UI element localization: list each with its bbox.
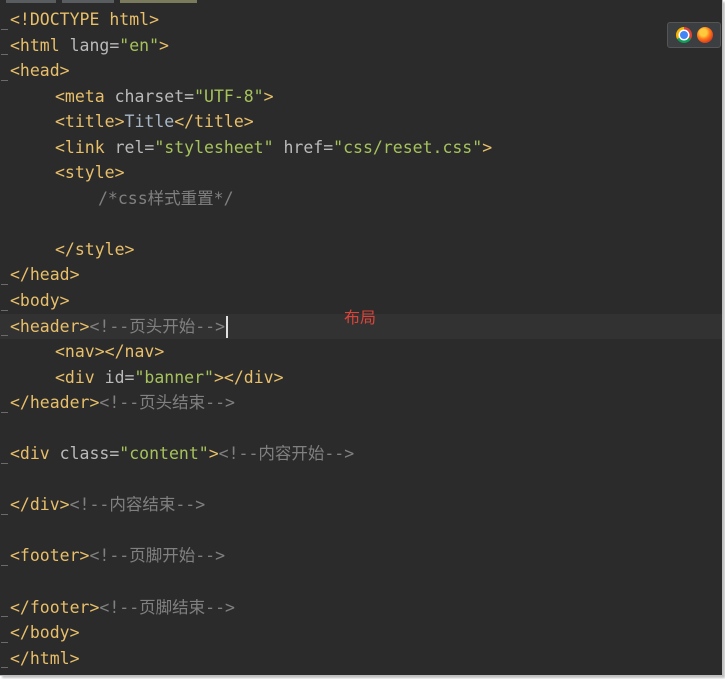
fold-marker[interactable] <box>1 79 8 81</box>
fold-gutter[interactable] <box>0 0 10 675</box>
layout-annotation: 布局 <box>344 308 377 327</box>
fold-marker[interactable] <box>1 565 8 567</box>
code-text: </div><!--内容结束--> <box>10 492 205 518</box>
code-text: /*css样式重置*/ <box>98 186 234 212</box>
code-token: </header> <box>10 393 100 413</box>
code-text: <nav></nav> <box>55 339 164 365</box>
code-text: <div id="banner"></div> <box>55 365 284 391</box>
code-token: > <box>482 137 493 157</box>
code-token: lang= <box>59 35 120 55</box>
code-token: <!DOCTYPE html> <box>10 10 160 29</box>
code-text: <html lang="en"> <box>10 33 169 59</box>
fold-marker[interactable] <box>1 284 8 286</box>
fold-marker[interactable] <box>1 641 8 643</box>
code-token: </html> <box>10 648 80 668</box>
code-token: <body> <box>10 291 70 311</box>
code-token: <link <box>55 137 105 157</box>
fold-marker[interactable] <box>1 616 8 618</box>
code-text: <div class="content"><!--内容开始--> <box>10 441 354 467</box>
editor-tab-active[interactable] <box>120 0 197 3</box>
code-token: > <box>263 86 274 106</box>
code-editor[interactable]: <!DOCTYPE html> <html lang="en"> <head> <me… <box>0 0 723 676</box>
code-text: </header><!--页头结束--> <box>10 390 235 416</box>
code-token: </head> <box>10 265 80 285</box>
browser-preview-bar <box>667 22 721 48</box>
fold-marker[interactable] <box>1 411 8 413</box>
code-text: <link rel="stylesheet" href="css/reset.c… <box>55 135 492 161</box>
code-token: <!--内容结束--> <box>69 495 206 515</box>
text-caret <box>226 316 229 339</box>
code-token: <html <box>10 35 60 55</box>
code-token: <!--页脚开始--> <box>89 546 226 566</box>
code-token: <header> <box>10 316 90 336</box>
code-token: </div> <box>10 495 70 515</box>
fold-marker[interactable] <box>1 309 8 311</box>
code-token: <div <box>55 367 95 387</box>
code-text: <footer><!--页脚开始--> <box>10 543 225 569</box>
code-token: <nav></nav> <box>55 342 165 362</box>
fold-marker[interactable] <box>1 667 8 669</box>
code-token: ></div> <box>213 367 284 387</box>
code-text: <style> <box>55 160 125 186</box>
code-text: </footer><!--页脚结束--> <box>10 595 235 621</box>
code-token: id= <box>94 367 135 387</box>
fold-marker[interactable] <box>1 54 8 56</box>
code-token: <head> <box>10 61 70 81</box>
code-text: <title>Title</title> <box>55 109 254 135</box>
code-token: <meta <box>55 86 105 106</box>
code-token: <!--页脚结束--> <box>99 597 235 617</box>
code-token: "banner" <box>134 367 214 387</box>
code-token: <style> <box>55 163 125 183</box>
editor-tab[interactable] <box>62 0 114 3</box>
code-token: charset= <box>104 86 195 106</box>
editor-tab-strip[interactable] <box>0 0 722 3</box>
fold-marker[interactable] <box>1 514 8 515</box>
code-token: > <box>208 444 219 464</box>
code-token: rel= <box>104 137 155 157</box>
code-token: "css/reset.css" <box>333 137 483 157</box>
code-token: "content" <box>119 444 209 464</box>
code-token: <footer> <box>10 546 90 566</box>
chrome-icon[interactable] <box>676 27 692 43</box>
code-text: </style> <box>55 237 134 263</box>
code-text: <!DOCTYPE html> <box>10 7 159 33</box>
fold-marker[interactable] <box>1 28 8 30</box>
code-text: </body> <box>10 620 80 646</box>
code-token: > <box>159 35 169 55</box>
code-token: <!--页头结束--> <box>99 393 235 413</box>
code-token: </footer> <box>10 597 100 617</box>
code-text: </head> <box>10 262 80 288</box>
code-token: </body> <box>10 623 80 643</box>
code-text: <meta charset="UTF-8"> <box>55 84 274 110</box>
code-token: Title <box>124 112 175 132</box>
code-token: "stylesheet" <box>154 137 274 157</box>
fold-marker[interactable] <box>1 462 8 464</box>
fold-marker[interactable] <box>1 335 8 337</box>
firefox-icon[interactable] <box>697 27 713 43</box>
code-token: </style> <box>55 239 135 259</box>
code-token: <div <box>10 444 50 464</box>
code-token: "UTF-8" <box>194 86 264 106</box>
editor-tab[interactable] <box>6 0 56 3</box>
code-token: <title> <box>55 112 125 132</box>
code-token: href= <box>273 137 334 157</box>
code-token: </title> <box>174 112 254 132</box>
code-token: /*css样式重置*/ <box>98 188 234 208</box>
code-text: <body> <box>10 288 70 314</box>
code-token: <!--内容开始--> <box>218 444 355 464</box>
code-text: <head> <box>10 58 70 84</box>
code-token: <!--页头开始--> <box>89 316 226 336</box>
code-text: </html> <box>10 646 80 672</box>
code-token: class= <box>49 444 120 464</box>
code-text: <header><!--页头开始--> <box>10 314 229 340</box>
code-token: "en" <box>119 35 160 55</box>
